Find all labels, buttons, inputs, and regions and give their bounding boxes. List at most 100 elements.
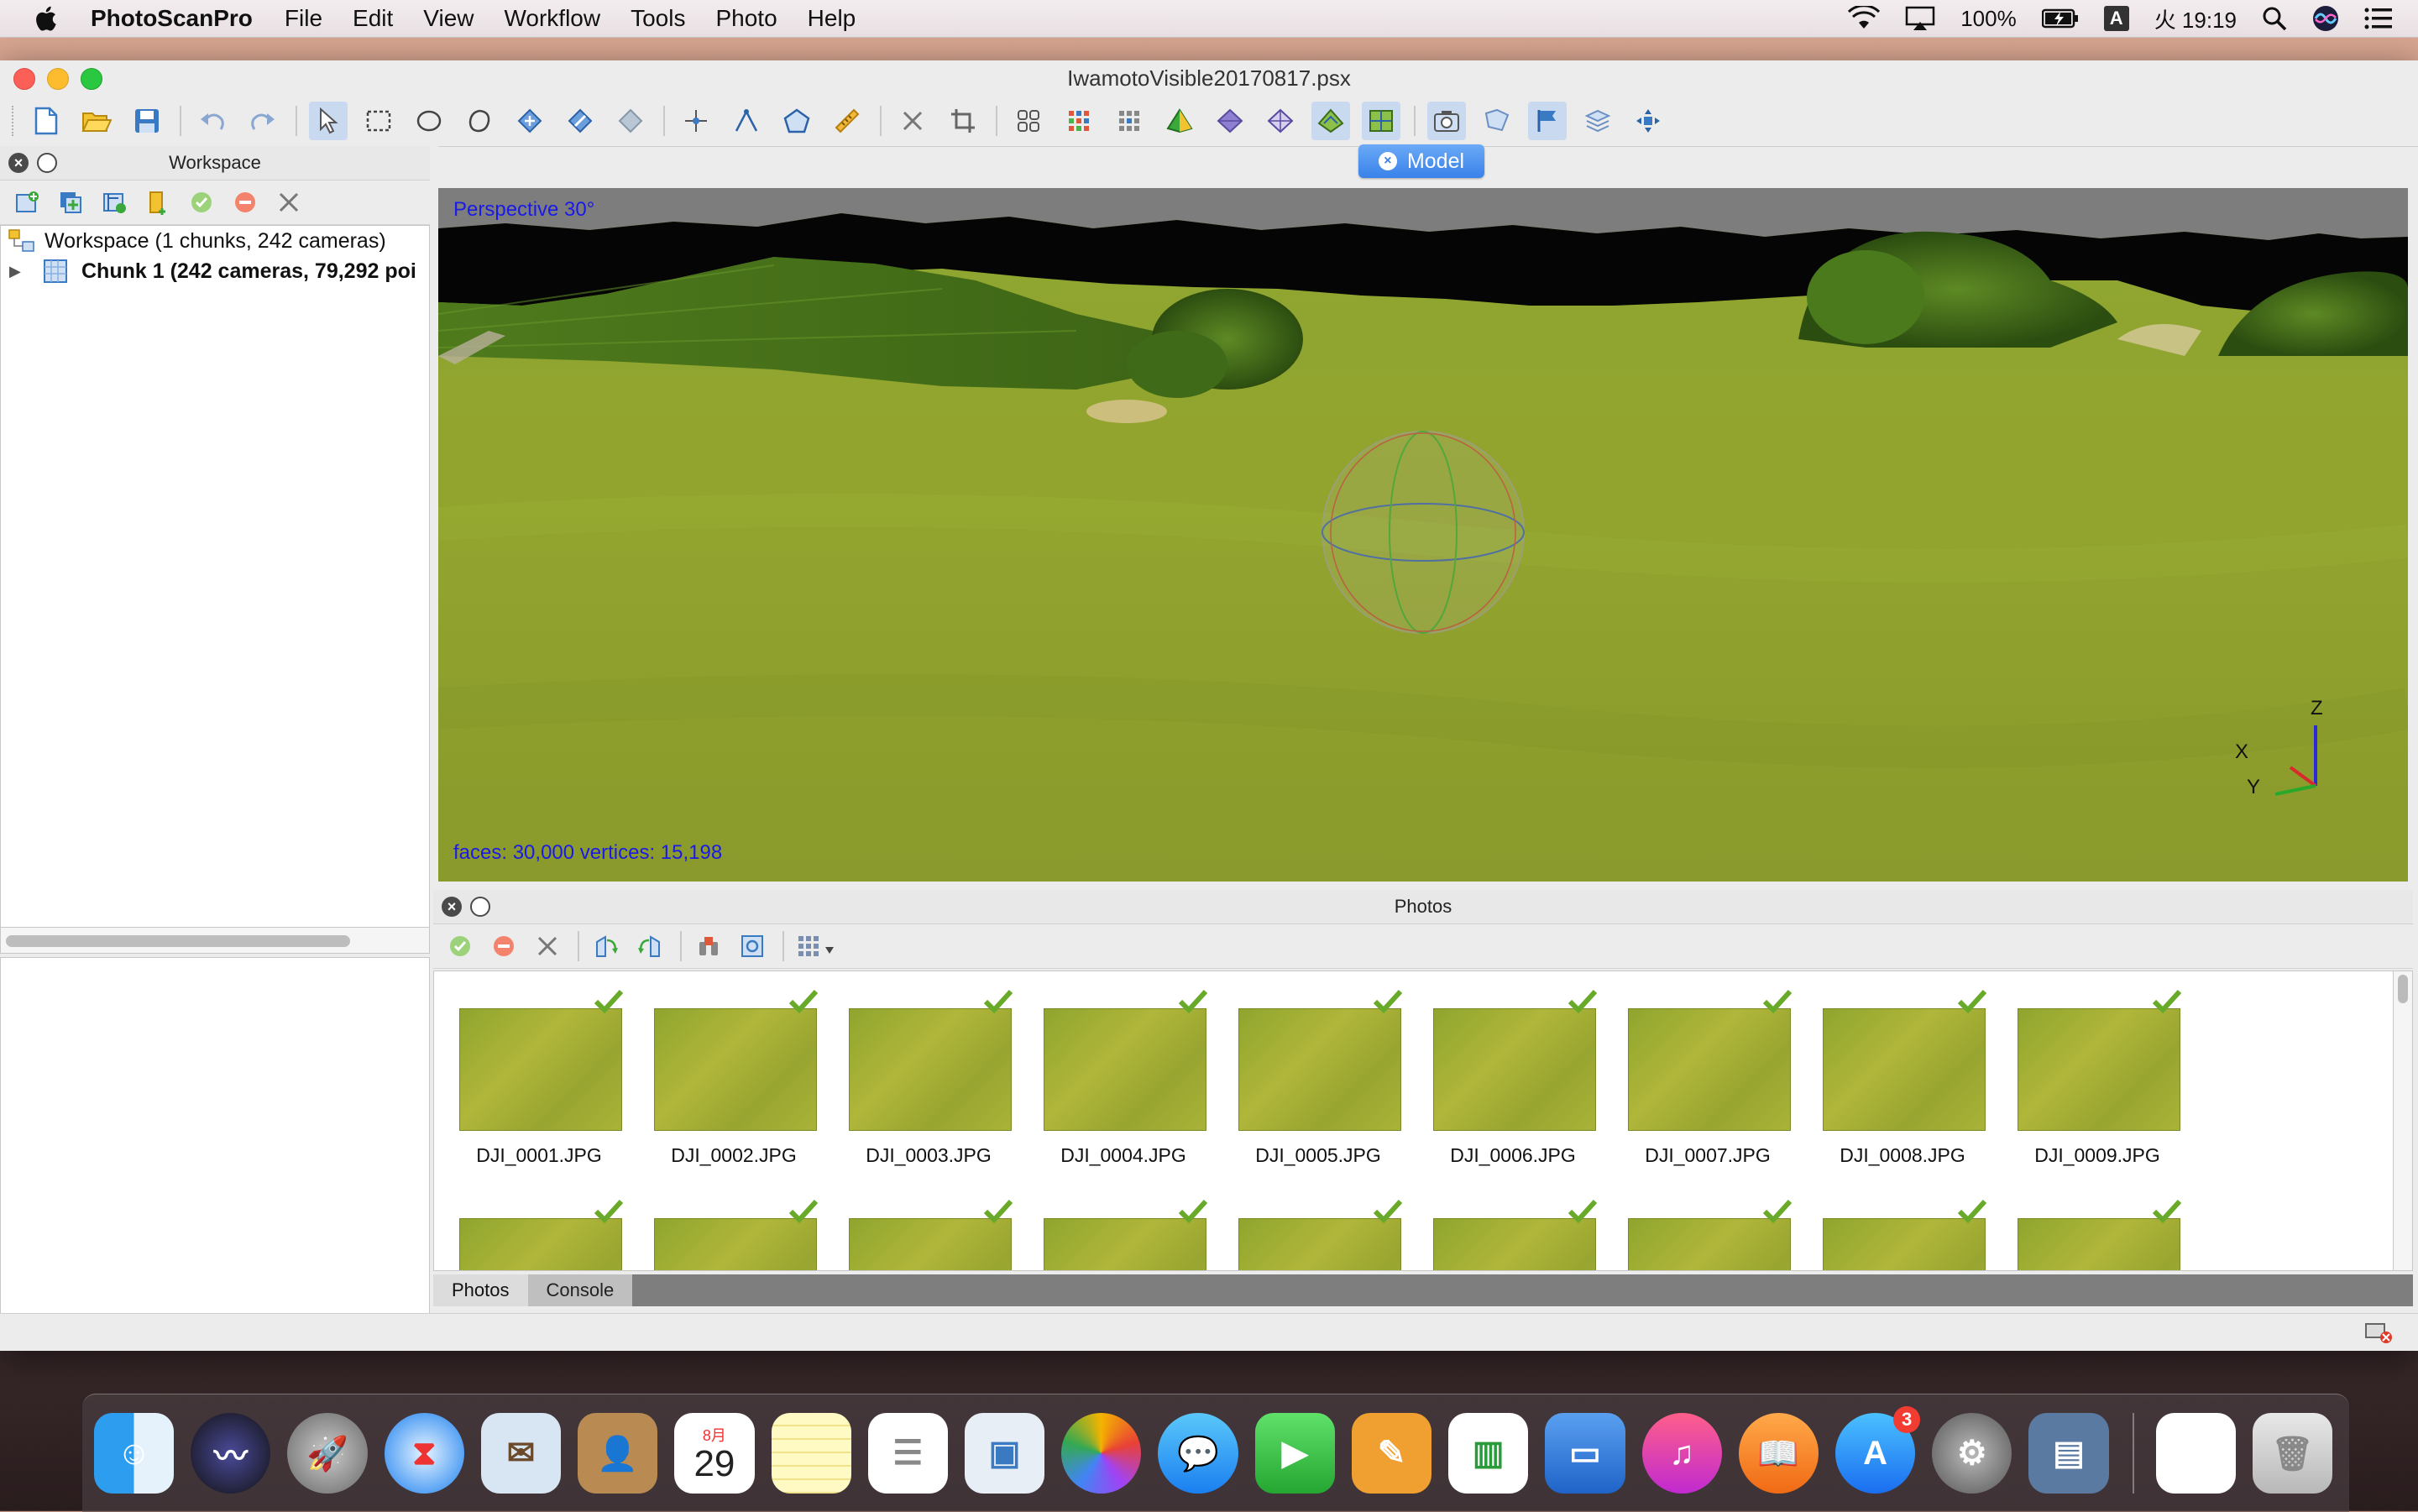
photo-item[interactable] [1425, 1195, 1598, 1270]
photo-item[interactable] [1814, 1195, 1987, 1270]
photo-item[interactable]: DJI_0004.JPG [1035, 985, 1208, 1169]
finder-icon[interactable]: ☺ [94, 1413, 175, 1494]
disable-icon[interactable] [228, 186, 262, 219]
point-cloud-icon[interactable] [1060, 102, 1098, 140]
safari-icon[interactable]: ⧗ [384, 1413, 464, 1494]
photo-thumbnail[interactable] [1433, 1008, 1596, 1131]
photo-thumbnail[interactable] [1628, 1008, 1791, 1131]
photos-app-icon[interactable] [1061, 1413, 1142, 1494]
target-point-icon[interactable] [677, 102, 715, 140]
show-markers-icon[interactable] [1528, 102, 1567, 140]
app-menu[interactable]: PhotoScanPro [91, 5, 253, 32]
ibooks-icon[interactable]: 📖 [1738, 1413, 1819, 1494]
photo-thumbnail[interactable] [849, 1008, 1012, 1131]
siri-icon[interactable]: 〰 [191, 1413, 271, 1494]
free-form-selection-icon[interactable] [460, 102, 499, 140]
delete-selection-icon[interactable] [893, 102, 932, 140]
photo-thumbnail[interactable] [1044, 1218, 1206, 1270]
draw-polyline-icon[interactable] [727, 102, 766, 140]
spotlight-search-icon[interactable] [2262, 6, 2287, 31]
photo-item[interactable] [1620, 1195, 1793, 1270]
show-region-icon[interactable] [1578, 102, 1617, 140]
photo-item[interactable]: DJI_0007.JPG [1620, 985, 1793, 1169]
scroll-thumb[interactable] [2398, 975, 2408, 1003]
expand-arrow-icon[interactable]: ▶ [9, 263, 31, 280]
photo-item[interactable] [1035, 1195, 1208, 1270]
pages-icon[interactable]: ✎ [1351, 1413, 1432, 1494]
add-photos-icon[interactable] [54, 186, 87, 219]
rotate-left-icon[interactable] [633, 929, 667, 963]
wifi-icon[interactable] [1848, 6, 1881, 31]
numbers-icon[interactable]: ▥ [1448, 1413, 1529, 1494]
navigation-pointer-icon[interactable] [309, 102, 348, 140]
textured-model-icon[interactable] [1311, 102, 1350, 140]
photo-item[interactable]: DJI_0006.JPG [1425, 985, 1598, 1169]
menu-help[interactable]: Help [808, 5, 856, 32]
reset-view-icon[interactable] [1629, 102, 1667, 140]
tiled-model-icon[interactable] [1362, 102, 1400, 140]
launchpad-icon[interactable]: 🚀 [287, 1413, 368, 1494]
filter-photos-icon[interactable] [692, 929, 725, 963]
close-window-button[interactable] [13, 68, 35, 90]
undo-icon[interactable] [193, 102, 232, 140]
ruler-icon[interactable] [828, 102, 866, 140]
photo-thumbnail[interactable] [1823, 1008, 1986, 1131]
menu-file[interactable]: File [285, 5, 322, 32]
photo-thumbnail[interactable] [459, 1218, 622, 1270]
system-preferences-icon[interactable]: ⚙ [1932, 1413, 2012, 1494]
photo-thumbnail[interactable] [849, 1218, 1012, 1270]
photo-thumbnail[interactable] [1238, 1008, 1401, 1131]
photo-item[interactable] [1230, 1195, 1403, 1270]
photo-thumbnail[interactable] [459, 1008, 622, 1131]
photo-item[interactable]: DJI_0002.JPG [646, 985, 819, 1169]
trash-icon[interactable]: 🗑 [2252, 1413, 2333, 1494]
app-store-icon[interactable]: A 3 [1834, 1406, 1921, 1494]
disable-cameras-icon[interactable] [487, 929, 521, 963]
zoom-window-button[interactable] [81, 68, 102, 90]
keynote-icon[interactable]: ▭ [1545, 1413, 1625, 1494]
new-document-icon[interactable] [27, 102, 65, 140]
redo-icon[interactable] [243, 102, 282, 140]
enable-cameras-icon[interactable] [443, 929, 477, 963]
mail-icon[interactable]: ✉ [480, 1413, 562, 1494]
photo-thumbnail[interactable] [654, 1008, 817, 1131]
photo-thumbnail[interactable] [1823, 1218, 1986, 1270]
add-chunk-icon[interactable] [10, 186, 44, 219]
minimize-window-button[interactable] [47, 68, 69, 90]
apple-logo-icon[interactable] [32, 3, 62, 34]
clock[interactable]: 火 19:19 [2154, 3, 2237, 34]
document-icon[interactable] [2155, 1413, 2236, 1494]
photo-item[interactable] [2009, 1195, 2182, 1270]
rotate-right-icon[interactable] [589, 929, 623, 963]
input-method-indicator[interactable]: A [2103, 6, 2129, 31]
shaded-model-icon[interactable] [1160, 102, 1199, 140]
remove-items-icon[interactable] [272, 186, 306, 219]
airplay-icon[interactable] [1905, 6, 1935, 31]
close-tab-icon[interactable]: × [1378, 152, 1397, 170]
photo-thumbnail[interactable] [2018, 1218, 2180, 1270]
workspace-horizontal-scrollbar[interactable] [0, 927, 430, 954]
tab-console[interactable]: Console [527, 1274, 633, 1306]
photo-item[interactable] [451, 1195, 624, 1270]
show-cameras-icon[interactable] [1009, 102, 1048, 140]
photo-thumbnail[interactable] [1628, 1218, 1791, 1270]
photo-thumbnail[interactable] [1433, 1218, 1596, 1270]
solid-model-icon[interactable] [1211, 102, 1249, 140]
crop-selection-icon[interactable] [944, 102, 982, 140]
photoscan-icon[interactable]: ▤ [2028, 1413, 2109, 1494]
dense-cloud-icon[interactable] [1110, 102, 1149, 140]
add-folder-icon[interactable] [97, 186, 131, 219]
rotate-region-icon[interactable] [611, 102, 650, 140]
model-viewport[interactable]: Perspective 30° faces: 30,000 vertices: … [438, 188, 2408, 882]
tree-root-item[interactable]: Workspace (1 chunks, 242 cameras) [8, 226, 429, 256]
tab-photos[interactable]: Photos [433, 1274, 528, 1306]
rectangle-selection-icon[interactable] [359, 102, 398, 140]
reset-filter-icon[interactable] [735, 929, 769, 963]
resize-region-icon[interactable] [561, 102, 599, 140]
close-pane-icon[interactable]: × [8, 153, 29, 173]
enable-icon[interactable] [185, 186, 218, 219]
menu-edit[interactable]: Edit [353, 5, 393, 32]
open-folder-icon[interactable] [77, 102, 116, 140]
model-view-tab[interactable]: × Model [1358, 144, 1484, 178]
messages-icon[interactable]: 💬 [1158, 1413, 1238, 1494]
